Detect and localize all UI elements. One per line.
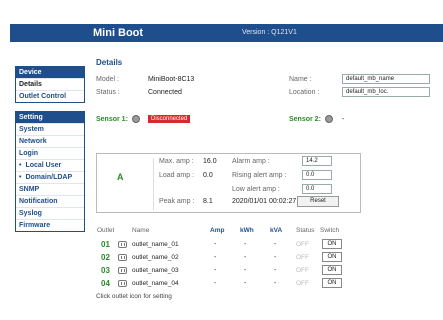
sensor2-label: Sensor 2: [289,115,321,123]
col-kwh: kWh [240,227,254,234]
outlet-status: OFF [296,280,309,287]
switch-on-button[interactable]: ON [322,265,342,275]
kva-value: - [274,267,277,274]
sidebar-heading-setting: Setting [16,112,84,123]
peak-timestamp: 2020/01/01 00:02:27 [232,198,297,205]
model-value: MiniBoot-8C13 [148,76,195,83]
table-row: 02 outlet_name_02 - - - OFF ON [96,252,376,264]
kva-value: - [274,280,277,287]
peak-amp-label: Peak amp : [159,198,195,205]
bank-letter: A [117,172,124,182]
location-label: Location : [289,89,320,96]
sidebar-item-network[interactable]: Network [16,135,84,147]
outlet-name: outlet_name_04 [132,280,179,287]
kva-value: - [274,254,277,261]
location-field[interactable]: default_mb_loc. [342,87,430,97]
amp-value: - [214,267,217,274]
sensor2-status: - [342,116,345,123]
sidebar: Device Details Outlet Control Setting Sy… [15,66,85,240]
load-amp-label: Load amp : [159,172,195,179]
sensor1-icon[interactable] [131,115,140,123]
table-row: 04 outlet_name_04 - - - OFF ON [96,278,376,290]
col-outlet: Outlet [97,227,115,234]
low-alert-label: Low alert amp : [232,186,280,193]
kwh-value: - [244,241,247,248]
sidebar-item-system[interactable]: System [16,123,84,135]
sidebar-item-local-user[interactable]: Local User [16,159,84,171]
outlet-name: outlet_name_02 [132,254,179,261]
sidebar-item-domain-ldap[interactable]: Domain/LDAP [16,171,84,183]
sidebar-heading-device: Device [16,67,84,78]
sidebar-item-notification[interactable]: Notification [16,195,84,207]
amp-value: - [214,254,217,261]
status-value: Connected [148,89,182,96]
table-row: 01 outlet_name_01 - - - OFF ON [96,239,376,251]
outlet-number: 02 [101,253,110,262]
outlet-number: 01 [101,240,110,249]
outlet-name: outlet_name_03 [132,267,179,274]
outlet-number: 03 [101,266,110,275]
sidebar-item-login[interactable]: Login [16,147,84,159]
sidebar-item-details[interactable]: Details [16,78,84,90]
status-label: Status : [96,89,120,96]
page-title: Details [96,58,123,67]
app-header: Mini Boot Version : Q121V1 [10,24,443,42]
col-kva: kVA [270,227,283,234]
outlet-status: OFF [296,267,309,274]
kwh-value: - [244,267,247,274]
outlet-plug-icon[interactable] [118,254,127,261]
outlet-status: OFF [296,254,309,261]
outlet-name: outlet_name_01 [132,241,179,248]
switch-on-button[interactable]: ON [322,278,342,288]
version-label: Version : Q121V1 [242,29,297,36]
sensor1: Sensor 1: [96,115,140,123]
outlet-status: OFF [296,241,309,248]
amp-value: - [214,241,217,248]
switch-on-button[interactable]: ON [322,239,342,249]
rising-alert-field[interactable]: 0.0 [302,170,332,180]
rising-alert-label: Rising alert amp : [232,172,287,179]
outlet-plug-icon[interactable] [118,267,127,274]
kwh-value: - [244,280,247,287]
sidebar-item-outlet-control[interactable]: Outlet Control [16,90,84,102]
kwh-value: - [244,254,247,261]
amp-value: - [214,280,217,287]
alarm-amp-field[interactable]: 14.2 [302,156,332,166]
sensor2-icon[interactable] [324,115,333,123]
col-status: Status [296,227,315,234]
col-name: Name [132,227,150,234]
outlet-number: 04 [101,279,110,288]
alarm-amp-label: Alarm amp : [232,158,270,165]
table-row: 03 outlet_name_03 - - - OFF ON [96,265,376,277]
panel-divider [153,158,154,210]
reset-button[interactable]: Reset [297,196,339,207]
low-alert-field[interactable]: 0.0 [302,184,332,194]
col-switch: Switch [320,227,340,234]
brand-boot: Boot [118,27,144,39]
col-amp: Amp [210,227,225,234]
brand-mini: Mini [93,27,115,39]
sidebar-device-group: Device Details Outlet Control [15,66,85,103]
sensor1-status-badge: Disconnected [148,115,191,123]
max-amp-value: 16.0 [203,158,217,165]
sidebar-item-syslog[interactable]: Syslog [16,207,84,219]
name-label: Name : [289,76,312,83]
peak-amp-value: 8.1 [203,198,213,205]
sidebar-item-snmp[interactable]: SNMP [16,183,84,195]
name-field[interactable]: default_mb_name [342,74,430,84]
model-label: Model : [96,76,119,83]
switch-on-button[interactable]: ON [322,252,342,262]
kva-value: - [274,241,277,248]
table-hint: Click outlet icon for setting [96,293,172,300]
outlet-plug-icon[interactable] [118,280,127,287]
sidebar-item-firmware[interactable]: Firmware [16,219,84,231]
outlet-plug-icon[interactable] [118,241,127,248]
load-amp-value: 0.0 [203,172,213,179]
sidebar-setting-group: Setting System Network Login Local User … [15,111,85,232]
sensor1-label: Sensor 1: [96,115,128,123]
sensor2: Sensor 2: [289,115,333,123]
max-amp-label: Max. amp : [159,158,194,165]
